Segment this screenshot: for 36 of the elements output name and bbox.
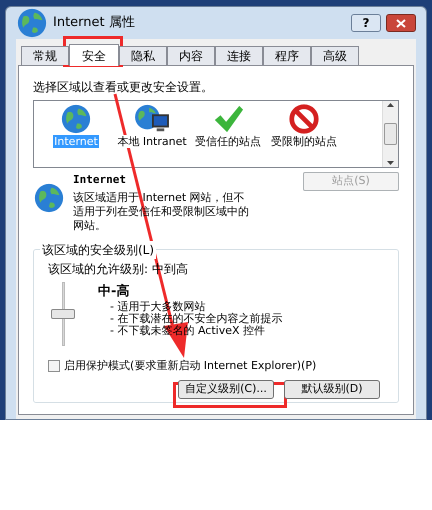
no-entry-icon	[288, 103, 320, 135]
window-title: Internet 属性	[53, 14, 135, 32]
tab[interactable]: 常规	[21, 46, 69, 65]
checkbox[interactable]	[48, 360, 60, 372]
instruction-text: 选择区域以查看或更改安全设置。	[33, 79, 213, 96]
close-icon	[396, 18, 406, 28]
tab-highlight-box	[63, 36, 123, 67]
close-button[interactable]	[386, 14, 416, 32]
zone-item[interactable]: 受限制的站点	[268, 103, 340, 148]
tab[interactable]: 安全	[69, 44, 119, 66]
globe-icon	[33, 182, 65, 214]
tab[interactable]: 高级	[311, 46, 359, 65]
zone-item[interactable]: 本地 Intranet	[116, 103, 188, 148]
scroll-up-icon[interactable]	[387, 103, 394, 107]
checkmark-icon	[212, 103, 244, 135]
tab[interactable]: 内容	[167, 46, 215, 65]
level-button[interactable]: 默认级别(D)	[284, 380, 380, 399]
scrollbar[interactable]	[382, 101, 398, 167]
tab[interactable]: 连接	[215, 46, 263, 65]
zone-label: Internet	[53, 135, 99, 148]
level-name: 中-高	[98, 282, 130, 300]
tab[interactable]: 隐私	[119, 46, 167, 65]
help-button[interactable]: ?	[351, 14, 381, 32]
group-legend: 该区域的安全级别(L)	[40, 240, 156, 258]
scroll-down-icon[interactable]	[387, 161, 394, 165]
globe-icon	[60, 103, 92, 135]
zone-label: 受信任的站点	[195, 135, 261, 148]
zone-label: 受限制的站点	[271, 135, 337, 148]
level-button[interactable]: 自定义级别(C)...	[178, 380, 274, 399]
zone-name: Internet	[73, 172, 126, 188]
security-slider[interactable]	[48, 282, 78, 346]
zone-item[interactable]: 受信任的站点	[192, 103, 264, 148]
checkbox-label: 启用保护模式(要求重新启动 Internet Explorer)(P)	[64, 358, 316, 374]
zone-label: 本地 Intranet	[117, 135, 187, 148]
tab[interactable]: 程序	[263, 46, 311, 65]
globe-icon	[16, 7, 48, 39]
